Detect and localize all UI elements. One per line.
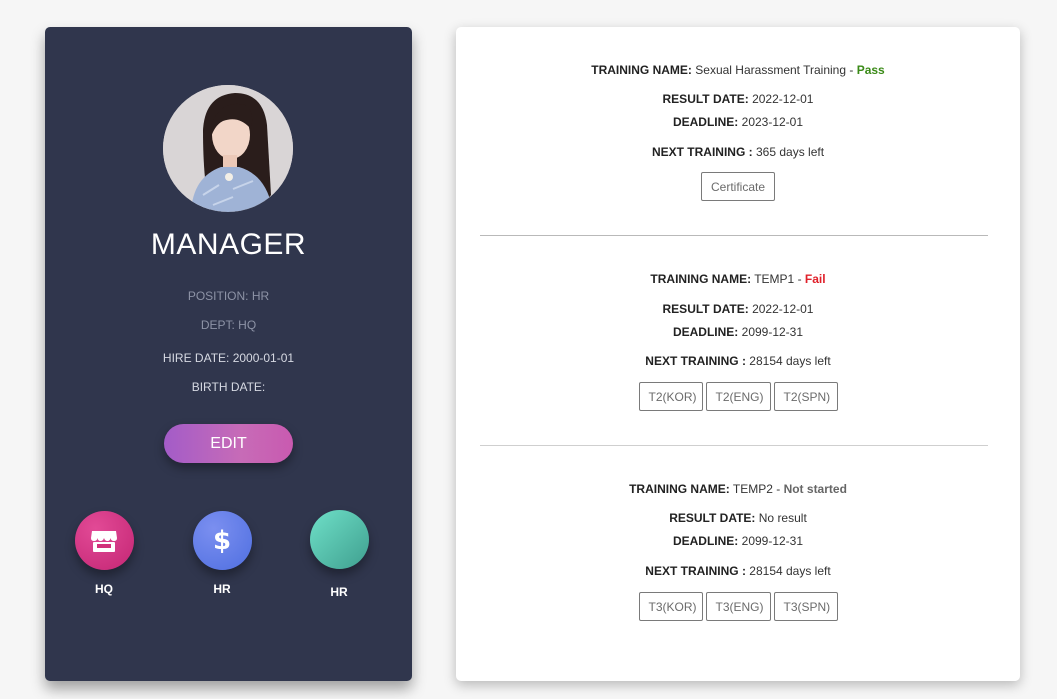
next-training-label: NEXT TRAINING :	[645, 564, 746, 578]
t2-kor-button[interactable]: T2(KOR)	[638, 382, 703, 411]
deadline: 2099-12-31	[741, 325, 804, 339]
shortcut-hr[interactable]: $ HR	[182, 511, 262, 596]
edit-button[interactable]: EDIT	[164, 424, 293, 463]
result-date-label: RESULT DATE:	[669, 511, 756, 525]
result-date-line: RESULT DATE: 2022-12-01	[456, 92, 1020, 106]
deadline: 2099-12-31	[741, 534, 804, 548]
divider	[480, 445, 988, 446]
next-training-line: NEXT TRAINING : 28154 days left	[456, 564, 1020, 578]
training-name: TEMP2	[732, 482, 773, 496]
divider	[480, 235, 988, 236]
status-badge: Fail	[804, 272, 826, 286]
deadline-label: DEADLINE:	[672, 325, 739, 339]
result-date: 2022-12-01	[752, 92, 814, 106]
hire-date-text: HIRE DATE: 2000-01-01	[162, 351, 295, 365]
dept-text: DEPT: HQ	[200, 318, 257, 332]
status-badge: Pass	[856, 63, 885, 77]
deadline-line: DEADLINE: 2099-12-31	[456, 534, 1020, 548]
certificate-button[interactable]: Certificate	[701, 172, 775, 201]
shortcut-hq-circle[interactable]	[74, 511, 134, 570]
training-name-line: TRAINING NAME: TEMP1 - Fail	[650, 272, 826, 286]
avatar	[163, 85, 293, 212]
training-button-row: T2(KOR) T2(ENG) T2(SPN)	[456, 382, 1020, 411]
training-name-label: TRAINING NAME:	[629, 482, 730, 496]
shortcut-hr-2[interactable]: HR	[299, 510, 379, 599]
next-training-line: NEXT TRAINING : 28154 days left	[456, 354, 1020, 368]
dollar-icon: $	[212, 525, 232, 556]
shortcut-hr-2-circle[interactable]	[309, 510, 369, 569]
t3-spn-button[interactable]: T3(SPN)	[773, 592, 838, 621]
shortcut-hr-label: HR	[213, 582, 231, 596]
next-training: 28154 days left	[749, 354, 831, 368]
result-date: No result	[758, 511, 807, 525]
result-date-line: RESULT DATE: No result	[456, 511, 1020, 525]
training-name-label: TRAINING NAME:	[591, 63, 692, 77]
training-name-line: TRAINING NAME: TEMP2 - Not started	[629, 482, 847, 496]
next-training-label: NEXT TRAINING :	[645, 354, 746, 368]
t3-eng-button[interactable]: T3(ENG)	[705, 592, 771, 621]
training-panel: TRAINING NAME: Sexual Harassment Trainin…	[456, 27, 1020, 681]
page-title: MANAGER	[150, 228, 307, 261]
result-date-label: RESULT DATE:	[662, 302, 749, 316]
next-training: 365 days left	[755, 145, 825, 159]
shortcut-hq[interactable]: HQ	[64, 511, 144, 596]
result-date-line: RESULT DATE: 2022-12-01	[456, 302, 1020, 316]
deadline-label: DEADLINE:	[672, 534, 739, 548]
certificate-button-row: Certificate	[456, 172, 1020, 201]
shortcut-hr-2-label: HR	[330, 585, 348, 599]
t2-spn-button[interactable]: T2(SPN)	[773, 382, 838, 411]
shortcut-hq-label: HQ	[95, 582, 113, 596]
deadline-line: DEADLINE: 2099-12-31	[456, 325, 1020, 339]
training-name-line: TRAINING NAME: Sexual Harassment Trainin…	[591, 63, 885, 77]
next-training-line: NEXT TRAINING : 365 days left	[456, 145, 1020, 159]
avatar-photo	[163, 85, 293, 212]
deadline: 2023-12-01	[741, 115, 804, 129]
status-badge: Not started	[783, 482, 847, 496]
deadline-line: DEADLINE: 2023-12-01	[456, 115, 1020, 129]
position-text: POSITION: HR	[187, 289, 270, 303]
store-icon	[91, 530, 117, 552]
result-date: 2022-12-01	[752, 302, 814, 316]
training-name-label: TRAINING NAME:	[650, 272, 752, 286]
next-training-label: NEXT TRAINING :	[651, 145, 753, 159]
training-name: Sexual Harassment Training	[695, 63, 847, 77]
profile-card: MANAGER POSITION: HR DEPT: HQ HIRE DATE:…	[45, 27, 412, 681]
training-button-row: T3(KOR) T3(ENG) T3(SPN)	[456, 592, 1020, 621]
next-training: 28154 days left	[749, 564, 831, 578]
t3-kor-button[interactable]: T3(KOR)	[638, 592, 703, 621]
deadline-label: DEADLINE:	[672, 115, 739, 129]
birth-date-text: BIRTH DATE:	[191, 380, 266, 394]
t2-eng-button[interactable]: T2(ENG)	[705, 382, 771, 411]
result-date-label: RESULT DATE:	[662, 92, 749, 106]
shortcut-hr-circle[interactable]: $	[192, 511, 252, 570]
training-name: TEMP1	[754, 272, 795, 286]
